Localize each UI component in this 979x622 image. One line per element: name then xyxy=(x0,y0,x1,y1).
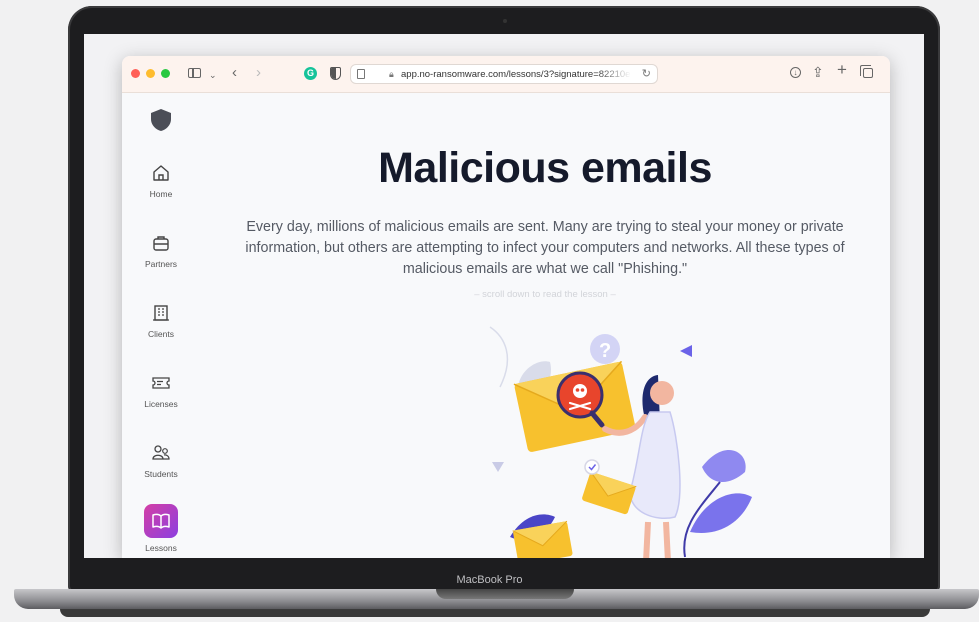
sidebar-item-label: Students xyxy=(144,469,178,479)
triangle-decoration xyxy=(492,462,504,472)
chevron-down-icon[interactable]: ⌄ xyxy=(209,66,217,84)
briefcase-icon xyxy=(153,236,169,251)
home-icon xyxy=(153,165,169,181)
sidebar-toggle-icon[interactable] xyxy=(188,68,201,78)
phishing-illustration: ? xyxy=(489,326,752,558)
back-icon[interactable]: ‹ xyxy=(232,64,237,82)
screen: ⌄ ‹ › G 🔒︎ app.no-ransomware.com/lessons… xyxy=(84,34,924,558)
reader-icon[interactable] xyxy=(357,69,365,79)
person-head xyxy=(650,381,674,405)
lesson-content: Malicious emails Every day, millions of … xyxy=(200,92,890,558)
browser-toolbar: ⌄ ‹ › G 🔒︎ app.no-ransomware.com/lessons… xyxy=(122,56,890,93)
small-envelope-icon xyxy=(582,471,637,515)
building-icon xyxy=(153,305,169,321)
check-icon xyxy=(584,459,600,475)
address-bar[interactable]: 🔒︎ app.no-ransomware.com/lessons/3?signa… xyxy=(350,64,658,84)
purple-leaf xyxy=(702,450,746,483)
laptop-notch xyxy=(436,589,574,599)
url-text[interactable]: app.no-ransomware.com/lessons/3?signatur… xyxy=(401,69,631,80)
purple-leaf xyxy=(690,493,752,533)
privacy-shield-icon[interactable] xyxy=(330,67,341,80)
sidebar-item-label: Partners xyxy=(144,259,178,269)
lesson-intro: Every day, millions of malicious emails … xyxy=(245,219,845,277)
ticket-icon xyxy=(152,377,170,389)
sidebar-item-label: Clients xyxy=(148,329,174,339)
sidebar-item-label: Licenses xyxy=(144,399,178,409)
minimize-window-button[interactable] xyxy=(146,69,155,78)
device-model-label: MacBook Pro xyxy=(456,574,523,586)
forward-icon[interactable]: › xyxy=(256,64,261,82)
sidebar-item-label: Lessons xyxy=(145,543,177,553)
app-sidebar: Home Partners Clients Licenses Students … xyxy=(122,92,200,558)
shield-logo-icon[interactable] xyxy=(150,108,172,132)
sidebar-item-clients[interactable]: Clients xyxy=(122,302,200,339)
leaf-stem xyxy=(489,326,509,388)
question-mark: ? xyxy=(599,340,611,362)
share-icon[interactable]: ⇪ xyxy=(812,63,824,81)
sidebar-item-licenses[interactable]: Licenses xyxy=(122,372,200,409)
sidebar-item-partners[interactable]: Partners xyxy=(122,232,200,269)
lock-icon: 🔒︎ xyxy=(389,69,394,79)
sidebar-item-students[interactable]: Students xyxy=(122,442,200,479)
book-icon xyxy=(152,513,170,529)
close-window-button[interactable] xyxy=(131,69,140,78)
active-indicator xyxy=(144,504,178,538)
reload-icon[interactable]: ↻ xyxy=(642,67,651,80)
sidebar-item-label: Home xyxy=(149,189,173,199)
page-title: Malicious emails xyxy=(378,144,712,192)
webcam xyxy=(503,19,507,23)
download-icon[interactable]: ↓ xyxy=(790,67,801,78)
browser-window: ⌄ ‹ › G 🔒︎ app.no-ransomware.com/lessons… xyxy=(122,56,890,558)
scroll-hint: – scroll down to read the lesson – xyxy=(474,289,616,300)
sidebar-item-lessons[interactable]: Lessons xyxy=(122,504,200,553)
grammarly-icon[interactable]: G xyxy=(304,67,317,80)
sidebar-item-home[interactable]: Home xyxy=(122,162,200,199)
new-tab-icon[interactable]: + xyxy=(837,61,847,79)
tabs-overview-icon[interactable] xyxy=(860,65,873,78)
users-icon xyxy=(152,445,170,460)
zoom-window-button[interactable] xyxy=(161,69,170,78)
laptop-foot xyxy=(60,609,930,617)
triangle-decoration xyxy=(680,345,692,357)
